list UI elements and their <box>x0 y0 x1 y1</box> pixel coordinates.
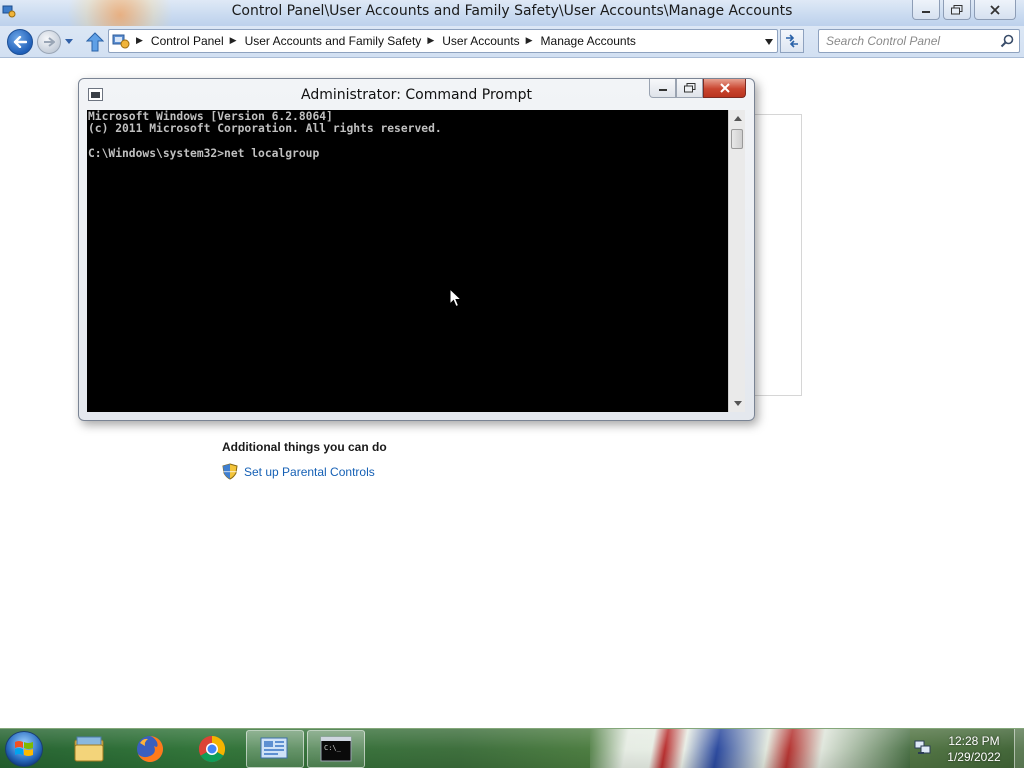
taskbar: C:\_ <box>0 728 1024 768</box>
cmd-close-button[interactable] <box>703 79 746 98</box>
navigation-bar: ▶ Control Panel ▶ User Accounts and Fami… <box>0 26 1024 58</box>
taskbar-windows-explorer[interactable] <box>60 730 118 768</box>
show-desktop-button[interactable] <box>1014 729 1024 768</box>
taskbar-command-prompt[interactable]: C:\_ <box>307 730 365 768</box>
recent-pages-dropdown-icon[interactable] <box>64 38 74 46</box>
clock-date: 1/29/2022 <box>947 750 1001 764</box>
refresh-button[interactable] <box>780 29 804 53</box>
cmd-minimize-button[interactable] <box>649 79 676 98</box>
minimize-button[interactable] <box>912 0 940 20</box>
console-line: (c) 2011 Microsoft Corporation. All righ… <box>88 122 442 136</box>
breadcrumb-separator-icon[interactable]: ▶ <box>526 36 533 46</box>
clock-time: 12:28 PM <box>948 734 1000 748</box>
breadcrumb-user-accounts[interactable]: User Accounts <box>442 34 519 48</box>
parental-controls-link[interactable]: Set up Parental Controls <box>222 463 375 480</box>
breadcrumb-separator-icon[interactable]: ▶ <box>136 36 143 46</box>
address-bar[interactable]: ▶ Control Panel ▶ User Accounts and Fami… <box>108 29 778 53</box>
minimize-icon <box>922 10 930 13</box>
control-panel-icon <box>260 737 288 759</box>
address-history-dropdown-icon[interactable] <box>765 39 773 45</box>
explorer-titlebar: Control Panel\User Accounts and Family S… <box>0 0 1024 26</box>
minimize-icon <box>658 89 667 91</box>
breadcrumb-separator-icon[interactable]: ▶ <box>230 36 237 46</box>
command-prompt-window[interactable]: Administrator: Command Prompt Microsoft … <box>78 78 755 421</box>
taskbar-firefox[interactable] <box>121 730 179 768</box>
folder-icon <box>74 736 104 762</box>
forward-arrow-icon <box>44 37 55 47</box>
command-prompt-icon-text: C:\_ <box>324 744 342 752</box>
start-button[interactable] <box>5 731 43 767</box>
restore-icon <box>951 4 963 14</box>
search-box[interactable] <box>818 29 1020 53</box>
close-icon <box>719 83 730 93</box>
scrollbar-thumb[interactable] <box>731 129 743 149</box>
maximize-icon <box>683 83 695 93</box>
mouse-pointer-icon <box>449 288 463 308</box>
console-prompt-line: C:\Windows\system32>net localgroup <box>88 146 320 160</box>
system-clock[interactable]: 12:28 PM 1/29/2022 <box>940 733 1008 765</box>
network-tray-icon[interactable] <box>914 740 932 756</box>
forward-button[interactable] <box>37 30 61 54</box>
scroll-up-button[interactable] <box>729 110 746 127</box>
back-button[interactable] <box>7 29 33 55</box>
command-prompt-icon: C:\_ <box>320 736 352 762</box>
scroll-down-button[interactable] <box>729 395 746 412</box>
refresh-icon <box>786 34 798 48</box>
up-level-icon[interactable] <box>86 32 104 52</box>
additional-things-heading: Additional things you can do <box>222 440 387 454</box>
shield-icon <box>222 463 238 480</box>
breadcrumb-control-panel[interactable]: Control Panel <box>151 34 224 48</box>
accounts-panel-edge <box>748 114 802 396</box>
window-controls <box>912 0 1016 20</box>
breadcrumb-manage-accounts[interactable]: Manage Accounts <box>541 34 636 48</box>
command-prompt-titlebar[interactable]: Administrator: Command Prompt <box>79 79 754 111</box>
chrome-icon <box>198 735 226 763</box>
scroll-down-arrow-icon <box>733 401 742 406</box>
console-scrollbar[interactable] <box>728 110 745 412</box>
restore-button[interactable] <box>943 0 971 20</box>
scroll-up-arrow-icon <box>733 116 742 121</box>
search-icon[interactable] <box>1000 34 1014 48</box>
parental-controls-link-label[interactable]: Set up Parental Controls <box>244 465 375 479</box>
firefox-icon <box>137 736 163 762</box>
windows-logo-icon <box>15 741 33 756</box>
search-input[interactable] <box>819 30 995 52</box>
close-button[interactable] <box>974 0 1016 20</box>
console-output[interactable]: Microsoft Windows [Version 6.2.8064] (c) … <box>87 110 728 412</box>
cmd-maximize-button[interactable] <box>676 79 703 98</box>
breadcrumb-user-accounts-family-safety[interactable]: User Accounts and Family Safety <box>245 34 422 48</box>
window-title: Control Panel\User Accounts and Family S… <box>231 3 793 19</box>
command-prompt-window-controls <box>649 79 746 98</box>
close-icon <box>990 4 1000 15</box>
back-arrow-icon <box>13 36 27 48</box>
taskbar-control-panel[interactable] <box>246 730 304 768</box>
taskbar-chrome[interactable] <box>183 730 241 768</box>
control-panel-icon <box>112 34 130 49</box>
breadcrumb-separator-icon[interactable]: ▶ <box>427 36 434 46</box>
